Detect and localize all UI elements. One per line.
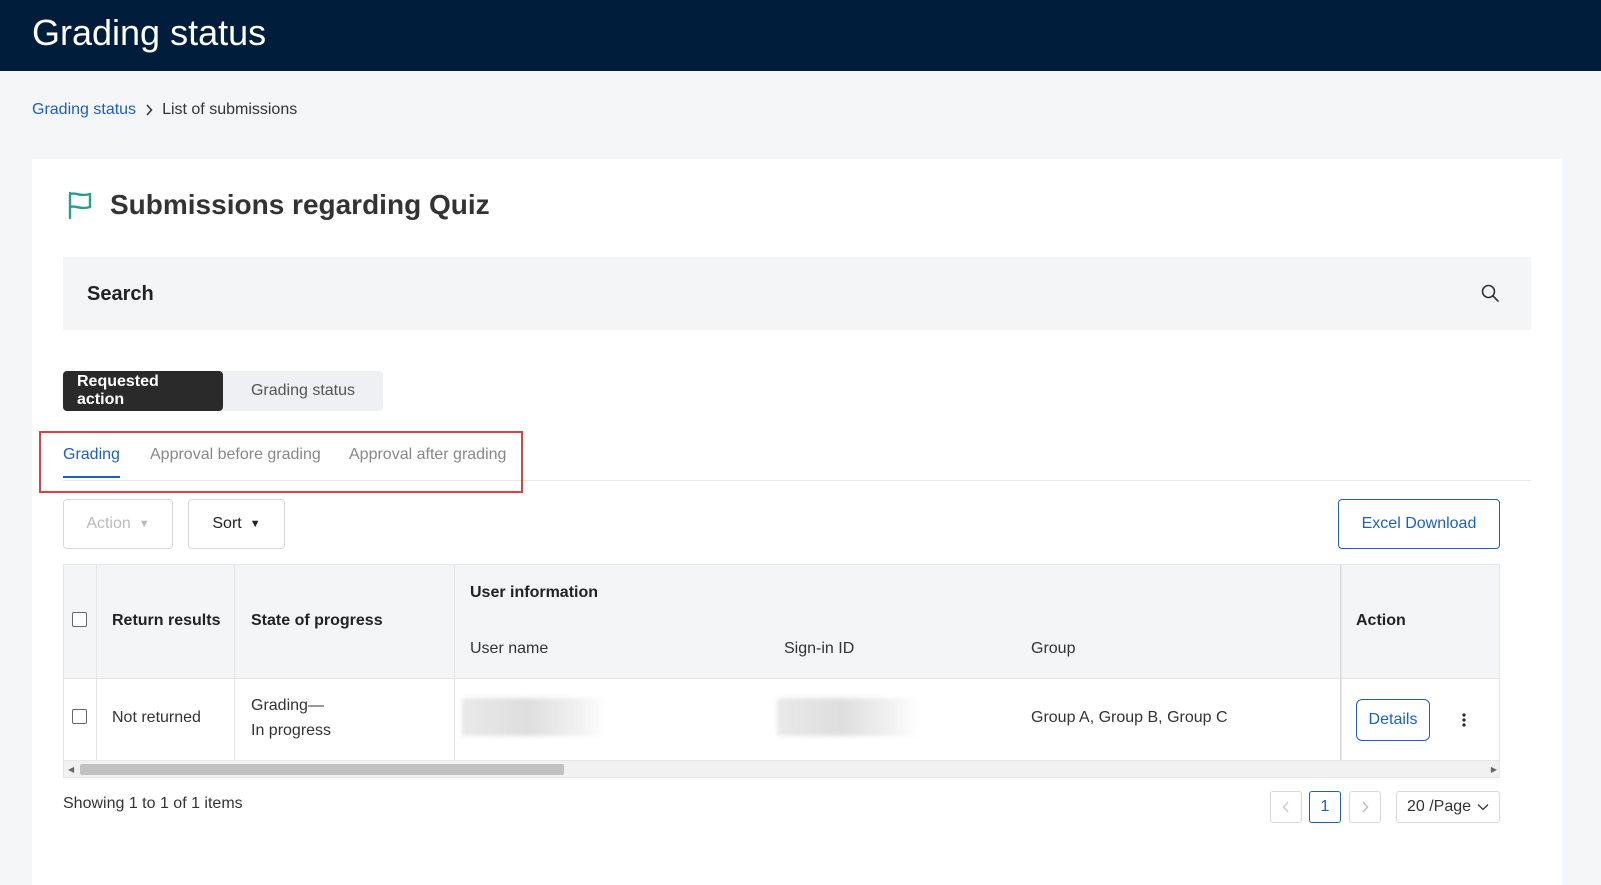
chevron-left-icon xyxy=(1282,801,1289,813)
caret-down-icon: ▼ xyxy=(249,518,261,530)
cell-state-line1: Grading— xyxy=(251,697,324,714)
horizontal-scrollbar[interactable]: ◀ ▶ xyxy=(64,760,1499,777)
cell-return-results: Not returned xyxy=(112,709,201,726)
chevron-right-icon xyxy=(145,104,153,116)
action-dropdown-button[interactable]: Action ▼ xyxy=(63,499,173,549)
more-options-icon[interactable] xyxy=(1454,705,1474,735)
highlight-box xyxy=(39,431,523,493)
select-all-checkbox[interactable] xyxy=(72,612,87,627)
prev-page-button[interactable] xyxy=(1270,791,1302,823)
chevron-right-icon xyxy=(1362,801,1369,813)
page-heading: Submissions regarding Quiz xyxy=(66,189,490,221)
toggle-requested-action[interactable]: Requested action xyxy=(63,371,223,411)
scroll-right-icon[interactable]: ▶ xyxy=(1491,765,1497,774)
app-title: Grading status xyxy=(32,12,267,53)
sort-dropdown-button[interactable]: Sort ▼ xyxy=(188,499,285,549)
search-label: Search xyxy=(87,283,154,305)
header-group: Group xyxy=(1031,640,1076,657)
submissions-card: Submissions regarding Quiz Search Reques… xyxy=(32,159,1562,885)
top-bar: Grading status xyxy=(0,0,1601,71)
view-toggle: Requested action Grading status xyxy=(63,371,383,411)
cell-state-line2: In progress xyxy=(251,722,332,739)
details-button[interactable]: Details xyxy=(1356,699,1430,741)
header-user-name: User name xyxy=(470,640,549,657)
breadcrumb: Grading status List of submissions xyxy=(32,101,297,119)
sort-button-label: Sort xyxy=(212,515,242,532)
page-size-select[interactable]: 20 /Page xyxy=(1396,791,1500,823)
toggle-grading-status[interactable]: Grading status xyxy=(223,371,383,411)
caret-down-icon: ▼ xyxy=(138,518,150,530)
column-divider xyxy=(454,565,455,760)
flag-icon xyxy=(66,190,94,220)
header-state-of-progress: State of progress xyxy=(251,612,383,629)
breadcrumb-link-grading-status[interactable]: Grading status xyxy=(32,101,136,119)
header-sign-in-id: Sign-in ID xyxy=(784,640,855,657)
page-number-button[interactable]: 1 xyxy=(1309,791,1341,823)
action-column-divider xyxy=(1340,565,1342,760)
header-action: Action xyxy=(1356,612,1406,629)
page-title: Submissions regarding Quiz xyxy=(110,189,490,220)
column-divider xyxy=(234,565,235,760)
search-icon[interactable] xyxy=(1479,282,1501,304)
action-button-label: Action xyxy=(86,515,131,532)
next-page-button[interactable] xyxy=(1349,791,1381,823)
header-user-information: User information xyxy=(470,584,599,601)
search-bar[interactable]: Search xyxy=(63,257,1531,330)
breadcrumb-current: List of submissions xyxy=(162,101,298,118)
page-size-label: 20 /Page xyxy=(1406,798,1472,815)
header-return-results: Return results xyxy=(112,612,221,629)
chevron-down-icon xyxy=(1477,804,1489,811)
scroll-left-icon[interactable]: ◀ xyxy=(68,765,74,774)
column-divider xyxy=(96,565,97,760)
scrollbar-thumb[interactable] xyxy=(80,764,564,775)
redacted-user-name xyxy=(462,698,607,736)
cell-group: Group A, Group B, Group C xyxy=(1031,709,1228,726)
redacted-sign-in-id xyxy=(777,698,919,736)
submissions-table: Return results State of progress User in… xyxy=(63,564,1500,778)
showing-items-text: Showing 1 to 1 of 1 items xyxy=(63,795,243,812)
row-checkbox[interactable] xyxy=(72,709,87,724)
excel-download-button[interactable]: Excel Download xyxy=(1338,499,1500,549)
